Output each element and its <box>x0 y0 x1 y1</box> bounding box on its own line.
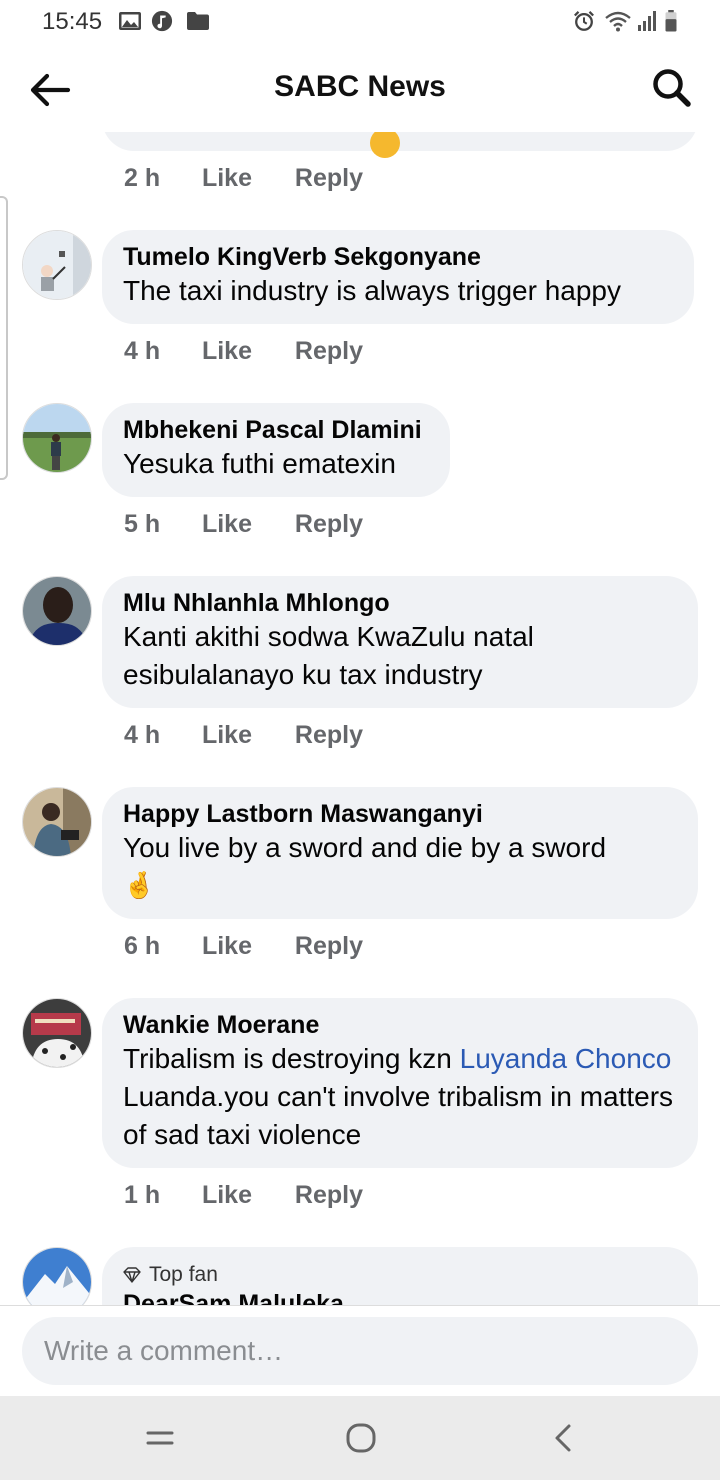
battery-icon <box>665 10 677 32</box>
diamond-icon <box>123 1267 141 1283</box>
comment-text: Yesuka futhi ematexin <box>123 448 396 479</box>
reply-button[interactable]: Reply <box>295 510 363 539</box>
comment-bubble[interactable]: Mlu Nhlanhla Mhlongo Kanti akithi sodwa … <box>102 576 698 708</box>
comment-text-line-1: Kanti akithi sodwa KwaZulu natal <box>123 621 534 652</box>
avatar[interactable] <box>22 576 92 646</box>
comment-composer <box>0 1305 720 1395</box>
comment-author[interactable]: Happy Lastborn Maswanganyi <box>123 799 676 829</box>
comment-actions: 2 h Like Reply <box>124 164 363 193</box>
folder-icon <box>187 12 209 30</box>
comment-actions: 4 h Like Reply <box>124 721 363 750</box>
comment-author[interactable]: Mbhekeni Pascal Dlamini <box>123 415 428 445</box>
avatar[interactable] <box>22 998 92 1068</box>
comment-text-line-2: esibulalanayo ku tax industry <box>123 659 483 690</box>
comment-author[interactable]: DearSam Maluleka <box>123 1289 676 1306</box>
avatar[interactable] <box>22 1247 92 1306</box>
comment-author[interactable]: Tumelo KingVerb Sekgonyane <box>123 242 672 272</box>
comment-bubble[interactable]: Wankie Moerane Tribalism is destroying k… <box>102 998 698 1168</box>
like-button[interactable]: Like <box>202 510 288 539</box>
emoji-icon <box>370 128 400 158</box>
comment-input[interactable] <box>22 1317 698 1385</box>
top-fan-label: Top fan <box>149 1263 218 1286</box>
comment-text: You live by a sword and die by a sword <box>123 832 607 863</box>
search-icon[interactable] <box>650 66 694 110</box>
comment-time: 5 h <box>124 510 161 538</box>
avatar[interactable] <box>22 787 92 857</box>
crossed-fingers-emoji: 🤞 <box>123 870 156 900</box>
wifi-icon <box>605 11 631 32</box>
reply-button[interactable]: Reply <box>295 932 363 961</box>
like-button[interactable]: Like <box>202 932 288 961</box>
comment-bubble[interactable]: Tumelo KingVerb Sekgonyane The taxi indu… <box>102 230 694 324</box>
comment-time: 4 h <box>124 337 161 365</box>
mention-link[interactable]: Luyanda Chonco <box>460 1043 672 1074</box>
comment-bubble[interactable]: Mbhekeni Pascal Dlamini Yesuka futhi ema… <box>102 403 450 497</box>
avatar[interactable] <box>22 403 92 473</box>
comment-actions: 1 h Like Reply <box>124 1181 363 1210</box>
comment-actions: 6 h Like Reply <box>124 932 363 961</box>
comment-bubble[interactable]: Top fan DearSam Maluleka <box>102 1247 698 1306</box>
comment-text: Tribalism is destroying kzn Luyanda Chon… <box>123 1040 676 1154</box>
comment-text: The taxi industry is always trigger happ… <box>123 275 621 306</box>
status-bar: 15:45 <box>0 0 720 44</box>
reply-button[interactable]: Reply <box>295 337 363 366</box>
like-button[interactable]: Like <box>202 721 288 750</box>
back-icon[interactable] <box>544 1418 584 1458</box>
signal-icon <box>638 11 656 31</box>
like-button[interactable]: Like <box>202 1181 288 1210</box>
comment-bubble[interactable]: Happy Lastborn Maswanganyi You live by a… <box>102 787 698 919</box>
reply-button[interactable]: Reply <box>295 164 363 193</box>
like-button[interactable]: Like <box>202 337 288 366</box>
top-fan-badge: Top fan <box>123 1261 676 1289</box>
navigation-bar <box>0 1396 720 1480</box>
scroll-indicator <box>0 196 8 480</box>
comment-text-start: Tribalism is destroying kzn <box>123 1043 460 1074</box>
alarm-icon <box>574 11 594 31</box>
comment-time: 2 h <box>124 164 161 192</box>
comment-time: 4 h <box>124 721 161 749</box>
comment-feed[interactable]: 2 h Like Reply Tumelo KingVerb Sekgonyan… <box>0 96 720 1306</box>
avatar[interactable] <box>22 230 92 300</box>
comment-time: 1 h <box>124 1181 161 1209</box>
app-header: SABC News <box>0 44 720 132</box>
comment-actions: 5 h Like Reply <box>124 510 363 539</box>
image-icon <box>119 12 141 30</box>
like-button[interactable]: Like <box>202 164 288 193</box>
music-icon <box>151 10 173 32</box>
page-title: SABC News <box>274 70 446 103</box>
comment-time: 6 h <box>124 932 161 960</box>
reply-button[interactable]: Reply <box>295 721 363 750</box>
comment-text-end: Luanda.you can't involve tribalism in ma… <box>123 1081 674 1150</box>
status-time: 15:45 <box>42 8 103 35</box>
home-icon[interactable] <box>341 1418 381 1458</box>
comment-author[interactable]: Wankie Moerane <box>123 1010 676 1040</box>
reply-button[interactable]: Reply <box>295 1181 363 1210</box>
comment-actions: 4 h Like Reply <box>124 337 363 366</box>
comment-author[interactable]: Mlu Nhlanhla Mhlongo <box>123 588 676 618</box>
recent-apps-icon[interactable] <box>140 1418 180 1458</box>
